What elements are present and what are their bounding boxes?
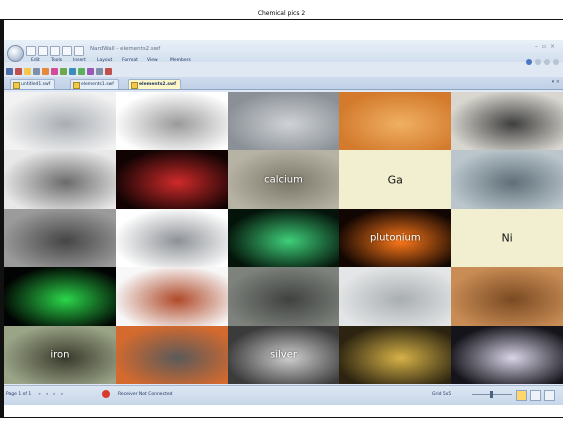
- document-tabs: untitled1.swf elements1.swf elements2.sw…: [4, 77, 563, 90]
- file-icon: [131, 82, 138, 89]
- element-tile[interactable]: Ga: [339, 150, 452, 209]
- coin-image[interactable]: [451, 267, 563, 326]
- table-tool-icon[interactable]: [78, 67, 85, 75]
- tab-elements1[interactable]: elements1.swf: [70, 79, 119, 89]
- line-tool-icon[interactable]: [33, 67, 40, 75]
- green-glow-tube-image[interactable]: [4, 267, 116, 326]
- tab-label: untitled1.swf: [21, 82, 51, 87]
- dark-ingot-image[interactable]: [451, 92, 563, 151]
- tab-list-icon[interactable]: ▾ ×: [552, 79, 560, 85]
- menu-insert[interactable]: Insert: [73, 58, 86, 63]
- view-fullscreen-button[interactable]: [544, 390, 555, 401]
- ribbon-toolbar: [6, 66, 206, 76]
- tile-label: plutonium: [369, 232, 421, 244]
- tile-label: silver: [270, 349, 297, 361]
- calcium-crystals-image[interactable]: calcium: [227, 150, 340, 209]
- mercury-flask-image[interactable]: [339, 267, 452, 326]
- shape-tool-icon[interactable]: [24, 67, 31, 75]
- text-tool-icon[interactable]: [51, 67, 58, 75]
- zoom-level[interactable]: Grid 5x5: [432, 392, 451, 397]
- window-title: NardWall - elements2.swf: [90, 46, 161, 52]
- menu-layout[interactable]: Layout: [97, 58, 112, 63]
- new-file-icon[interactable]: [26, 46, 36, 56]
- status-bar: Page 1 of 1 ◂ ◂ ▸ ▸ Receiver Not Connect…: [4, 385, 563, 405]
- align-tool-icon[interactable]: [96, 67, 103, 75]
- bottom-rule: [4, 417, 563, 418]
- grid-tool-icon[interactable]: [60, 67, 67, 75]
- menu-format[interactable]: Format: [122, 58, 138, 63]
- menu-bar: Edit Tools Insert Layout Format View Mem…: [4, 58, 563, 66]
- sparks-image[interactable]: [451, 325, 563, 384]
- view-normal-button[interactable]: [516, 390, 527, 401]
- red-flame-image[interactable]: [115, 150, 228, 209]
- tab-label: elements2.swf: [139, 82, 177, 87]
- menu-edit[interactable]: Edit: [31, 58, 40, 63]
- open-folder-icon[interactable]: [38, 46, 48, 56]
- cannon-image[interactable]: iron: [4, 325, 116, 384]
- tile-label: Ga: [387, 173, 403, 187]
- menu-members[interactable]: Members: [170, 58, 191, 63]
- crystals-on-dish-image[interactable]: [339, 92, 452, 151]
- menu-tools[interactable]: Tools: [51, 58, 62, 63]
- file-icon: [73, 82, 80, 89]
- window-caption-buttons[interactable]: –▫×: [535, 43, 559, 50]
- gold-nugget-image[interactable]: [339, 325, 452, 384]
- delete-tool-icon[interactable]: [105, 67, 112, 75]
- top-rule: [4, 19, 563, 20]
- tab-untitled1[interactable]: untitled1.swf: [10, 79, 56, 89]
- tab-elements2[interactable]: elements2.swf: [128, 79, 182, 89]
- metal-shards-image[interactable]: [4, 150, 116, 209]
- help-tools: [526, 59, 559, 65]
- view-buttons: [516, 390, 555, 401]
- fill-tool-icon[interactable]: [42, 67, 49, 75]
- status-message: Receiver Not Connected: [118, 392, 173, 397]
- info-icon[interactable]: [544, 59, 550, 65]
- help-icon[interactable]: [553, 59, 559, 65]
- plutonium-pellet-image[interactable]: plutonium: [339, 208, 452, 268]
- menu-view[interactable]: View: [147, 58, 158, 63]
- quick-access-toolbar: [26, 46, 84, 56]
- tile-label: Ni: [501, 231, 513, 245]
- metal-bars-image[interactable]: [115, 208, 228, 268]
- error-icon: [102, 390, 110, 398]
- gloved-hands-disc-image[interactable]: [115, 325, 228, 384]
- toaster-image[interactable]: [115, 267, 228, 326]
- metal-chunks-image[interactable]: [227, 92, 340, 151]
- page-title: Chemical pics 2: [257, 10, 306, 17]
- metal-pipes-image[interactable]: [227, 267, 340, 326]
- zoom-slider-handle[interactable]: [490, 391, 493, 398]
- tile-label: calcium: [264, 174, 303, 186]
- save-icon[interactable]: [50, 46, 60, 56]
- page-indicator: Page 1 of 1: [6, 392, 32, 397]
- print-icon[interactable]: [62, 46, 72, 56]
- image-tool-icon[interactable]: [69, 67, 76, 75]
- pointer-tool-icon[interactable]: [6, 67, 13, 75]
- page-nav-arrows[interactable]: ◂ ◂ ▸ ▸: [38, 392, 65, 397]
- metal-pellets-image[interactable]: [451, 150, 563, 209]
- pen-tool-icon[interactable]: [15, 67, 22, 75]
- image-grid: calcium Ga plutonium Ni iron silver: [4, 92, 563, 384]
- undo-icon[interactable]: [74, 46, 84, 56]
- file-icon: [13, 82, 20, 89]
- silverware-image[interactable]: silver: [227, 325, 340, 384]
- view-grid-button[interactable]: [530, 390, 541, 401]
- refresh-icon[interactable]: [526, 59, 532, 65]
- chart-tool-icon[interactable]: [87, 67, 94, 75]
- app-window: NardWall - elements2.swf –▫× Edit Tools …: [4, 40, 563, 405]
- metal-ring-image[interactable]: [4, 208, 116, 268]
- aluminium-cans-image[interactable]: [4, 92, 116, 151]
- tile-label: iron: [50, 349, 70, 361]
- tab-label: elements1.swf: [81, 82, 114, 87]
- green-flame-image[interactable]: [227, 208, 340, 268]
- metal-discs-image[interactable]: [115, 92, 228, 151]
- element-tile[interactable]: Ni: [451, 208, 563, 268]
- settings-icon[interactable]: [535, 59, 541, 65]
